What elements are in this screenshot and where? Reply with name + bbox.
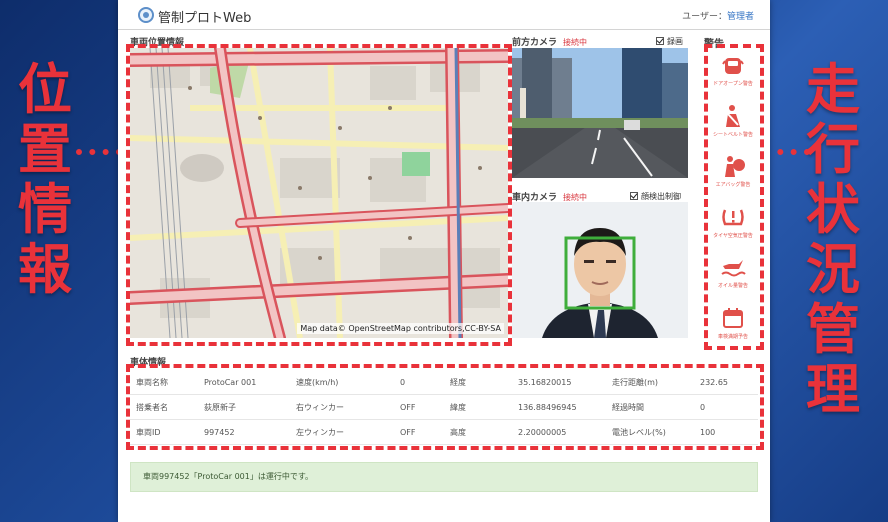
- app-window: 管制プロトWeb ユーザー：管理者 車両位置情報 前方カメラ接続中 録画 警告: [118, 0, 770, 522]
- record-checkbox[interactable]: 録画: [656, 36, 683, 47]
- cabin-camera-status: 接続中: [563, 193, 588, 202]
- vehicle-info-highlight-frame: [126, 364, 764, 450]
- annotation-connector-left: [76, 149, 122, 155]
- location-info-annotation: 位 置 情 報: [18, 58, 72, 301]
- driving-status-annotation: 走 行 状 況 管 理: [806, 58, 860, 421]
- annotation-connector-right: [764, 149, 810, 155]
- user-info: ユーザー：管理者: [682, 9, 754, 22]
- record-checkbox-box[interactable]: [656, 37, 664, 45]
- front-camera-image: [512, 48, 688, 178]
- status-message: 車両997452「ProtoCar 001」は運行中です。: [130, 462, 758, 492]
- user-label: ユーザー：: [682, 12, 727, 22]
- location-highlight-frame: [126, 44, 512, 346]
- user-name-link[interactable]: 管理者: [727, 12, 754, 22]
- app-title: 管制プロトWeb: [158, 11, 252, 26]
- alerts-highlight-frame: [704, 44, 764, 350]
- app-header: 管制プロトWeb ユーザー：管理者: [118, 0, 770, 30]
- front-camera-status: 接続中: [563, 38, 588, 47]
- cabin-camera-view: [512, 202, 688, 338]
- face-detection-checkbox[interactable]: 顔検出制御: [630, 191, 681, 202]
- logo-icon: [138, 7, 154, 23]
- front-camera-view: [512, 48, 688, 178]
- cabin-camera-image: [512, 202, 688, 338]
- front-camera-title: 前方カメラ 接続中: [512, 38, 588, 48]
- face-detection-checkbox-box[interactable]: [630, 192, 638, 200]
